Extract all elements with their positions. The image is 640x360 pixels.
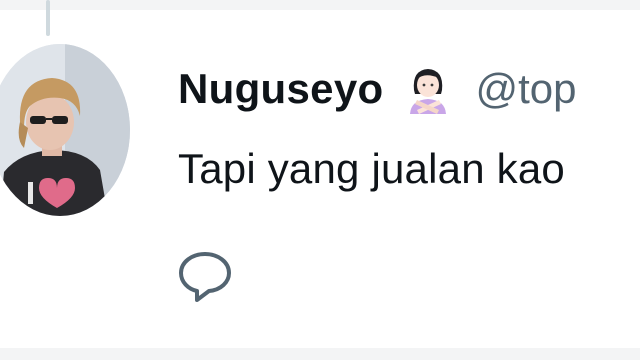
user-handle[interactable]: @top bbox=[475, 65, 576, 113]
top-divider bbox=[0, 0, 640, 10]
tweet-text: Tapi yang jualan kao bbox=[178, 145, 565, 192]
tweet-header: Nuguseyo @top bbox=[178, 62, 576, 116]
bottom-divider bbox=[0, 348, 640, 360]
tweet-card[interactable]: Nuguseyo @top Tapi yang jualan kao bbox=[0, 0, 640, 360]
thread-connector-line bbox=[46, 0, 50, 36]
avatar-photo-icon bbox=[0, 44, 130, 216]
reply-bubble-icon[interactable] bbox=[176, 246, 234, 304]
person-gesturing-no-icon bbox=[405, 64, 451, 114]
avatar[interactable] bbox=[0, 44, 130, 216]
display-name[interactable]: Nuguseyo bbox=[178, 65, 383, 113]
